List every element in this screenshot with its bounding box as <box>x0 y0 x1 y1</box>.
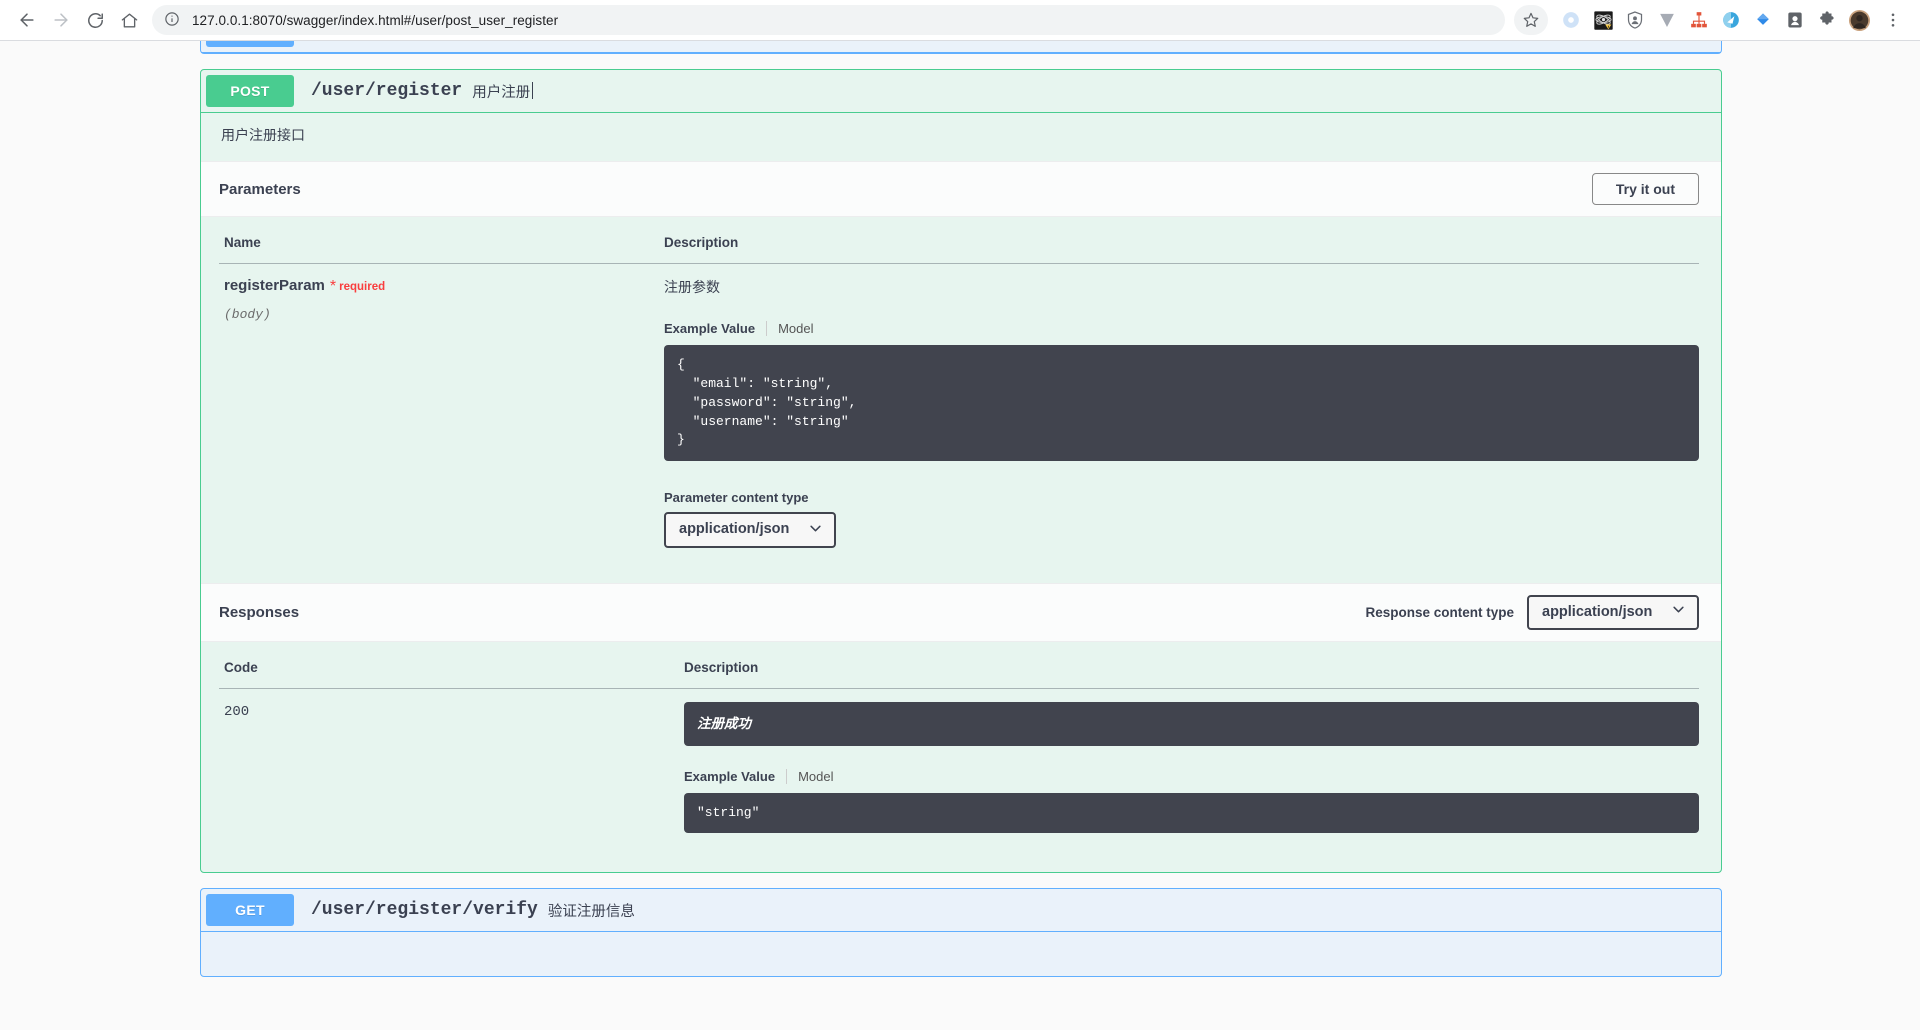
response-content-type-label: Response content type <box>1365 604 1514 620</box>
extension-icon-7[interactable] <box>1748 5 1778 35</box>
avatar[interactable] <box>1844 5 1874 35</box>
parameter-content-type-label: Parameter content type <box>664 490 809 506</box>
operation-summary-text: 用户登出 <box>451 41 509 42</box>
home-icon[interactable] <box>112 3 146 37</box>
column-header-name: Name <box>219 217 659 264</box>
example-model-tabs: Example Value Model <box>684 768 1699 784</box>
tab-example-value[interactable]: Example Value <box>664 321 766 336</box>
parameter-description-cell: 注册参数 Example Value Model { "email": "str… <box>659 264 1699 561</box>
try-it-out-button[interactable]: Try it out <box>1591 173 1699 205</box>
response-content-type-group: Response content type application/json <box>1365 594 1699 630</box>
parameters-header: Parameters Try it out <box>201 161 1721 217</box>
required-label: required <box>339 281 386 293</box>
response-content-type-select[interactable]: application/json <box>1527 594 1699 630</box>
responses-table: Code Description 200 注册成功 Example Value … <box>219 642 1699 846</box>
responses-title: Responses <box>219 603 300 621</box>
browser-toolbar: 127.0.0.1:8070/swagger/index.html#/user/… <box>0 0 1920 41</box>
tab-model[interactable]: Model <box>778 321 824 336</box>
browser-menu-icon[interactable] <box>1876 3 1910 37</box>
swagger-operations-list: GET /user/logout 用户登出 POST /user/registe… <box>0 41 1920 978</box>
response-code-cell: 200 <box>219 689 679 847</box>
parameter-content-type-group: Parameter content type application/json <box>664 490 1699 548</box>
tab-model[interactable]: Model <box>798 769 844 784</box>
response-code: 200 <box>224 704 250 720</box>
parameters-title: Parameters <box>219 180 301 198</box>
http-method-badge: GET <box>206 894 294 927</box>
response-description-cell: 注册成功 Example Value Model "string" <box>679 689 1699 847</box>
parameters-table: Name Description registerParam * required … <box>219 217 1699 561</box>
response-content-type-select-wrap[interactable]: application/json <box>1527 594 1699 630</box>
operation-summary-text: 用户注册 <box>472 81 534 102</box>
tab-divider <box>766 321 768 336</box>
back-arrow-icon[interactable] <box>10 3 44 37</box>
extension-icon-4[interactable] <box>1652 5 1682 35</box>
operation-get-user-logout[interactable]: GET /user/logout 用户登出 <box>200 41 1722 54</box>
table-row: registerParam * required (body) 注册参数 Examp… <box>219 264 1699 561</box>
parameter-description: 注册参数 <box>664 279 720 295</box>
example-model-tabs: Example Value Model <box>664 321 1699 336</box>
response-description: 注册成功 <box>684 702 1699 746</box>
extension-icon-5[interactable] <box>1684 5 1714 35</box>
tab-example-value[interactable]: Example Value <box>684 769 786 784</box>
operation-post-user-register[interactable]: POST /user/register 用户注册 用户注册接口 Paramete… <box>200 69 1722 874</box>
extension-icon-8[interactable] <box>1780 5 1810 35</box>
swagger-page: GET /user/logout 用户登出 POST /user/registe… <box>0 41 1920 1030</box>
operation-summary-logout[interactable]: GET /user/logout 用户登出 <box>201 41 1721 53</box>
operation-summary-register[interactable]: POST /user/register 用户注册 <box>201 70 1721 113</box>
operation-summary-verify[interactable]: GET /user/register/verify 验证注册信息 <box>201 889 1721 933</box>
http-method-badge: POST <box>206 75 294 107</box>
parameter-content-type-select-wrap[interactable]: application/json <box>664 512 836 548</box>
operation-get-user-register-verify[interactable]: GET /user/register/verify 验证注册信息 <box>200 888 1722 978</box>
extension-icon-3[interactable] <box>1620 5 1650 35</box>
parameter-location: (body) <box>224 307 271 322</box>
request-example-json: { "email": "string", "password": "string… <box>664 345 1699 462</box>
bookmark-star-icon[interactable] <box>1514 5 1548 35</box>
column-header-description: Description <box>659 217 1699 264</box>
extensions-puzzle-icon[interactable] <box>1812 5 1842 35</box>
extension-icon-2[interactable] <box>1588 5 1618 35</box>
column-header-code: Code <box>219 642 679 689</box>
operation-summary-text: 验证注册信息 <box>547 903 635 920</box>
parameters-table-area: Name Description registerParam * required … <box>201 217 1721 583</box>
responses-header: Responses Response content type applicat… <box>201 582 1721 642</box>
extension-icon-6[interactable] <box>1716 5 1746 35</box>
operation-description: 用户注册接口 <box>221 127 305 143</box>
http-method-badge: GET <box>206 41 294 47</box>
table-header-row: Code Description <box>219 642 1699 689</box>
operation-path: /user/register <box>311 81 463 101</box>
parameter-name-cell: registerParam * required (body) <box>219 264 659 561</box>
response-example-json: "string" <box>684 792 1699 834</box>
parameter-content-type-select[interactable]: application/json <box>664 512 836 548</box>
reload-icon[interactable] <box>78 3 112 37</box>
site-info-icon[interactable] <box>164 11 182 29</box>
tab-divider <box>786 768 788 784</box>
url-text: 127.0.0.1:8070/swagger/index.html#/user/… <box>192 12 559 28</box>
column-header-description: Description <box>679 642 1699 689</box>
responses-table-area: Code Description 200 注册成功 Example Value … <box>201 642 1721 872</box>
parameter-name: registerParam <box>224 277 325 294</box>
operation-description-placeholder <box>201 932 1721 976</box>
required-star-icon: * <box>329 278 337 295</box>
address-bar[interactable]: 127.0.0.1:8070/swagger/index.html#/user/… <box>152 5 1505 35</box>
extension-icon-1[interactable] <box>1556 5 1586 35</box>
forward-arrow-icon[interactable] <box>44 3 78 37</box>
table-header-row: Name Description <box>219 217 1699 264</box>
browser-actions <box>1514 3 1910 37</box>
table-row: 200 注册成功 Example Value Model "string" <box>219 689 1699 847</box>
operation-path: /user/register/verify <box>311 900 538 921</box>
